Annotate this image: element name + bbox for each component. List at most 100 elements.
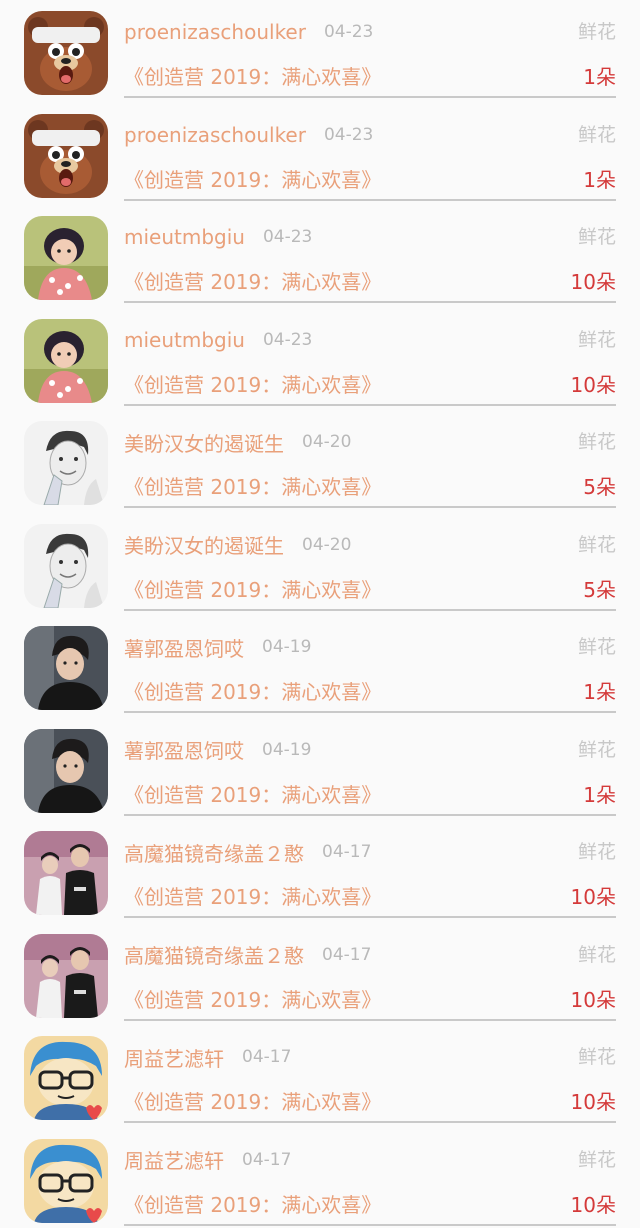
username[interactable]: 薯郭盈恩饲哎 [124, 633, 244, 662]
program-title[interactable]: 《创造营 2019：满心欢喜》 [124, 267, 381, 297]
gift-date: 04-17 [242, 1047, 292, 1067]
row-divider [124, 608, 616, 611]
gift-category: 鲜花 [577, 226, 616, 248]
avatar[interactable] [24, 113, 108, 198]
gift-amount: 10朵 [570, 270, 616, 294]
username[interactable]: mieutmbgiu [124, 225, 245, 249]
bear-cartoon-avatar-icon [24, 113, 108, 198]
list-item[interactable]: 薯郭盈恩饲哎 04-19 鲜花 《创造营 2019：满心欢喜》 1朵 [0, 718, 640, 821]
username[interactable]: 美盼汉女的遏诞生 [124, 428, 284, 457]
username[interactable]: 高魔猫镜奇缘盖２憨 [124, 838, 304, 867]
username[interactable]: mieutmbgiu [124, 328, 245, 352]
username[interactable]: 周益艺滤轩 [124, 1043, 224, 1072]
username[interactable]: proenizaschoulker [124, 20, 306, 44]
avatar[interactable] [24, 1036, 108, 1120]
couple-photo-avatar-icon [24, 933, 108, 1018]
program-title[interactable]: 《创造营 2019：满心欢喜》 [124, 882, 381, 912]
username[interactable]: 高魔猫镜奇缘盖２憨 [124, 940, 304, 969]
gift-category: 鲜花 [577, 738, 616, 761]
list-item[interactable]: mieutmbgiu 04-23 鲜花 《创造营 2019：满心欢喜》 10朵 [0, 308, 640, 411]
username[interactable]: 周益艺滤轩 [124, 1145, 224, 1174]
gift-amount: 10朵 [570, 885, 616, 909]
child-photo-avatar-icon [24, 216, 108, 300]
man-dark-photo-avatar-icon [24, 626, 108, 710]
program-title[interactable]: 《创造营 2019：满心欢喜》 [124, 62, 381, 92]
program-title[interactable]: 《创造营 2019：满心欢喜》 [124, 780, 381, 810]
gift-amount: 10朵 [570, 1090, 616, 1114]
gift-date: 04-17 [322, 944, 372, 965]
program-title[interactable]: 《创造营 2019：满心欢喜》 [124, 575, 381, 605]
avatar[interactable] [24, 933, 108, 1018]
gift-amount: 10朵 [570, 372, 616, 397]
row-divider [124, 813, 616, 816]
row-divider [124, 506, 616, 508]
list-item[interactable]: 美盼汉女的遏诞生 04-20 鲜花 《创造营 2019：满心欢喜》 5朵 [0, 513, 640, 616]
gift-date: 04-20 [302, 534, 352, 555]
gift-date: 04-23 [323, 124, 374, 145]
couple-photo-avatar-icon [24, 831, 108, 915]
program-title[interactable]: 《创造营 2019：满心欢喜》 [124, 1087, 381, 1117]
list-item[interactable]: proenizaschoulker 04-23 鲜花 《创造营 2019：满心欢… [0, 0, 640, 103]
glasses-cartoon-avatar-icon [24, 1138, 108, 1223]
row-divider [124, 403, 616, 406]
gift-category: 鲜花 [577, 123, 616, 146]
gift-category: 鲜花 [577, 1046, 616, 1068]
row-divider [124, 1121, 616, 1123]
gift-date: 04-20 [302, 432, 352, 452]
program-title[interactable]: 《创造营 2019：满心欢喜》 [124, 370, 381, 400]
username[interactable]: proenizaschoulker [124, 123, 306, 147]
row-divider [124, 1018, 616, 1021]
gift-date: 04-17 [242, 1149, 292, 1170]
program-title[interactable]: 《创造营 2019：满心欢喜》 [124, 472, 381, 502]
gift-amount: 10朵 [570, 1192, 616, 1217]
gift-category: 鲜花 [577, 328, 616, 351]
avatar[interactable] [24, 11, 108, 95]
row-divider [124, 301, 616, 303]
avatar[interactable] [24, 626, 108, 710]
avatar[interactable] [24, 1138, 108, 1223]
username[interactable]: 薯郭盈恩饲哎 [124, 735, 244, 764]
gift-amount: 1朵 [583, 680, 616, 704]
gift-date: 04-23 [262, 227, 313, 247]
avatar[interactable] [24, 421, 108, 505]
child-photo-avatar-icon [24, 318, 108, 403]
gift-category: 鲜花 [577, 21, 616, 43]
gift-category: 鲜花 [577, 533, 616, 556]
list-item[interactable]: 薯郭盈恩饲哎 04-19 鲜花 《创造营 2019：满心欢喜》 1朵 [0, 615, 640, 718]
man-dark-photo-avatar-icon [24, 728, 108, 813]
username[interactable]: 美盼汉女的遏诞生 [124, 530, 284, 559]
list-item[interactable]: 高魔猫镜奇缘盖２憨 04-17 鲜花 《创造营 2019：满心欢喜》 10朵 [0, 820, 640, 923]
program-title[interactable]: 《创造营 2019：满心欢喜》 [124, 677, 381, 707]
gift-amount: 5朵 [583, 577, 616, 602]
row-divider [124, 711, 616, 713]
avatar[interactable] [24, 728, 108, 813]
man-sketch-avatar-icon [24, 523, 108, 608]
gift-amount: 1朵 [583, 782, 616, 807]
gift-amount: 5朵 [583, 475, 616, 499]
gift-amount: 1朵 [583, 167, 616, 192]
avatar[interactable] [24, 831, 108, 915]
list-item[interactable]: mieutmbgiu 04-23 鲜花 《创造营 2019：满心欢喜》 10朵 [0, 205, 640, 308]
list-item[interactable]: 高魔猫镜奇缘盖２憨 04-17 鲜花 《创造营 2019：满心欢喜》 10朵 [0, 923, 640, 1026]
gift-date: 04-19 [262, 637, 312, 657]
gift-category: 鲜花 [577, 841, 616, 863]
list-item[interactable]: 周益艺滤轩 04-17 鲜花 《创造营 2019：满心欢喜》 10朵 [0, 1128, 640, 1228]
avatar[interactable] [24, 523, 108, 608]
avatar[interactable] [24, 216, 108, 300]
gift-date: 04-19 [262, 739, 312, 760]
program-title[interactable]: 《创造营 2019：满心欢喜》 [124, 165, 381, 195]
program-title[interactable]: 《创造营 2019：满心欢喜》 [124, 985, 381, 1015]
gift-date: 04-17 [322, 842, 372, 862]
gift-category: 鲜花 [577, 636, 616, 658]
list-item[interactable]: 美盼汉女的遏诞生 04-20 鲜花 《创造营 2019：满心欢喜》 5朵 [0, 410, 640, 513]
list-item[interactable]: 周益艺滤轩 04-17 鲜花 《创造营 2019：满心欢喜》 10朵 [0, 1025, 640, 1128]
gift-amount: 1朵 [583, 65, 616, 89]
list-item[interactable]: proenizaschoulker 04-23 鲜花 《创造营 2019：满心欢… [0, 103, 640, 206]
avatar[interactable] [24, 318, 108, 403]
row-divider [124, 198, 616, 201]
program-title[interactable]: 《创造营 2019：满心欢喜》 [124, 1190, 381, 1220]
gift-category: 鲜花 [577, 431, 616, 453]
gift-category: 鲜花 [577, 943, 616, 966]
gift-amount: 10朵 [570, 987, 616, 1012]
gift-category: 鲜花 [577, 1148, 616, 1171]
